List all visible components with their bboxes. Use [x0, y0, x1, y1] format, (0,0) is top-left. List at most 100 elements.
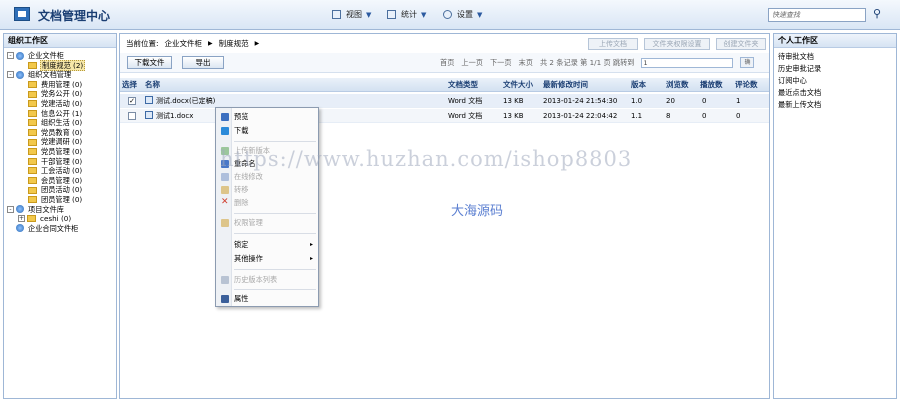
col-plays[interactable]: 播放数: [700, 78, 723, 92]
tree-node-label: 党务公开 (0): [41, 89, 83, 99]
menu-stats[interactable]: 统计 ▼: [387, 9, 426, 20]
ctx-other-actions[interactable]: 其他操作 ▸: [216, 253, 318, 265]
table-row[interactable]: ✓ 测试.docx(已定稿) Word 文档 13 KB 2013-01-24 …: [120, 94, 769, 108]
tree-node[interactable]: 党建调研 (0): [4, 137, 116, 147]
tree-node[interactable]: 信息公开 (1): [4, 109, 116, 119]
pager-next-link[interactable]: 下一页: [490, 58, 512, 68]
menu-divider: [234, 213, 316, 214]
tree-node[interactable]: 组织生活 (0): [4, 118, 116, 128]
ctx-online-edit[interactable]: 在线修改: [216, 171, 318, 183]
file-table-header: 选择 名称 文档类型 文件大小 最新修改时间 版本 浏览数 播放数 评论数: [120, 78, 769, 92]
tree-node[interactable]: 团员活动 (0): [4, 185, 116, 195]
folder-icon: [28, 119, 37, 127]
left-panel-title: 组织工作区: [4, 34, 116, 48]
folder-icon: [28, 100, 37, 108]
chevron-down-icon: ▼: [366, 10, 372, 19]
tree-node[interactable]: 企业合同文件柜: [4, 224, 116, 234]
row-checkbox[interactable]: [128, 112, 136, 120]
breadcrumb-item[interactable]: 制度规范: [219, 38, 249, 49]
col-version[interactable]: 版本: [631, 78, 646, 92]
breadcrumb-item[interactable]: 企业文件柜: [165, 38, 203, 49]
tree-node-label: 组织文档管理: [28, 70, 72, 80]
pager-prev-link[interactable]: 上一页: [461, 58, 483, 68]
ctx-download[interactable]: 下载: [216, 125, 318, 137]
collapse-icon[interactable]: -: [7, 71, 14, 79]
file-icon: [145, 111, 153, 119]
pending-approval-link[interactable]: 待审批文档: [774, 51, 896, 63]
collapse-icon[interactable]: -: [7, 205, 14, 213]
upload-document-button[interactable]: 上传文档: [588, 38, 638, 50]
subscription-center-link[interactable]: 订阅中心: [774, 75, 896, 87]
col-views[interactable]: 浏览数: [666, 78, 689, 92]
menu-divider: [234, 289, 316, 290]
tree-node[interactable]: 党务公开 (0): [4, 89, 116, 99]
tree-node[interactable]: 制度规范 (2): [4, 59, 116, 72]
chevron-right-icon: ▸: [309, 255, 313, 262]
menu-view[interactable]: 视图 ▼: [332, 9, 371, 20]
cabinet-icon: [16, 51, 24, 60]
col-name[interactable]: 名称: [145, 78, 160, 92]
col-modified[interactable]: 最新修改时间: [543, 78, 588, 92]
tree-node-label: ceshi (0): [40, 214, 72, 224]
ctx-permissions[interactable]: 权限管理: [216, 217, 318, 229]
watermark-brand: 大海源码: [451, 204, 504, 219]
tree-node[interactable]: 工会活动 (0): [4, 166, 116, 176]
file-views: 20: [666, 97, 675, 105]
page-jump-input[interactable]: 1: [641, 57, 734, 68]
edit-icon: [221, 173, 229, 181]
tree-node[interactable]: 团员管理 (0): [4, 195, 116, 205]
tree-node-label: 信息公开 (1): [41, 108, 83, 118]
file-version: 1.1: [631, 112, 643, 120]
download-icon: [221, 127, 229, 135]
approval-history-link[interactable]: 历史审批记录: [774, 63, 896, 75]
collapse-icon[interactable]: -: [7, 52, 14, 60]
ctx-delete[interactable]: ✕ 删除: [216, 197, 318, 209]
tree-node[interactable]: 费用管理 (0): [4, 80, 116, 90]
menu-settings[interactable]: 设置 ▼: [443, 9, 482, 20]
chevron-down-icon: ▼: [421, 10, 427, 19]
recent-clicked-link[interactable]: 最近点击文档: [774, 87, 896, 99]
chevron-down-icon: ▼: [477, 10, 483, 19]
tree-node-label: 党员管理 (0): [41, 146, 83, 156]
tree-node-label: 企业合同文件柜: [28, 223, 79, 233]
ctx-label: 权限管理: [234, 218, 263, 227]
create-folder-button[interactable]: 创建文件夹: [716, 38, 766, 50]
file-views: 8: [666, 112, 671, 120]
tree-node[interactable]: - 项目文件库: [4, 205, 116, 215]
tree-node[interactable]: 会员管理 (0): [4, 176, 116, 186]
file-name-link[interactable]: 测试.docx(已定稿): [145, 94, 215, 108]
ctx-move[interactable]: 转移: [216, 184, 318, 196]
expand-icon[interactable]: +: [18, 215, 25, 223]
tree-node[interactable]: 干部管理 (0): [4, 157, 116, 167]
tree-node[interactable]: 党建活动 (0): [4, 99, 116, 109]
download-file-button[interactable]: 下载文件: [127, 56, 172, 69]
tree-node-label: 团员活动 (0): [41, 185, 83, 195]
pager-summary: 共 2 条记录 第 1/1 页 跳转到: [539, 57, 635, 67]
right-panel-title: 个人工作区: [774, 34, 896, 48]
folder-icon: [28, 138, 37, 146]
tree-node[interactable]: 党员管理 (0): [4, 147, 116, 157]
col-type[interactable]: 文档类型: [448, 78, 478, 92]
pager-first-link[interactable]: 首页: [440, 58, 454, 68]
ctx-version-history[interactable]: 历史版本列表: [216, 274, 318, 286]
left-panel: 组织工作区 - 企业文件柜 制度规范 (2) - 组织文档管理 费用管理 (0) 党…: [3, 33, 117, 399]
search-input[interactable]: 快速查找: [768, 8, 866, 22]
folder-permission-button[interactable]: 文件夹权限设置: [644, 38, 710, 50]
tree-node[interactable]: 党员教育 (0): [4, 128, 116, 138]
search-icon[interactable]: ⚲: [870, 8, 884, 22]
col-comments[interactable]: 评论数: [735, 78, 758, 92]
ctx-label: 其他操作: [234, 254, 263, 263]
latest-uploaded-link[interactable]: 最新上传文档: [774, 99, 896, 111]
col-size[interactable]: 文件大小: [503, 78, 533, 92]
ctx-preview[interactable]: 预览: [216, 111, 318, 123]
row-checkbox[interactable]: ✓: [128, 97, 136, 105]
pager-last-link[interactable]: 末页: [519, 58, 533, 68]
ctx-properties[interactable]: 属性: [216, 293, 318, 305]
file-name-link[interactable]: 测试1.docx: [145, 109, 193, 123]
tree-node[interactable]: - 组织文档管理: [4, 70, 116, 80]
export-button[interactable]: 导出: [182, 56, 224, 69]
tree-node[interactable]: + ceshi (0): [4, 214, 116, 224]
page-jump-button[interactable]: 确: [740, 57, 755, 68]
ctx-lock[interactable]: 锁定 ▸: [216, 239, 318, 251]
tree-node-label: 党建活动 (0): [41, 98, 83, 108]
